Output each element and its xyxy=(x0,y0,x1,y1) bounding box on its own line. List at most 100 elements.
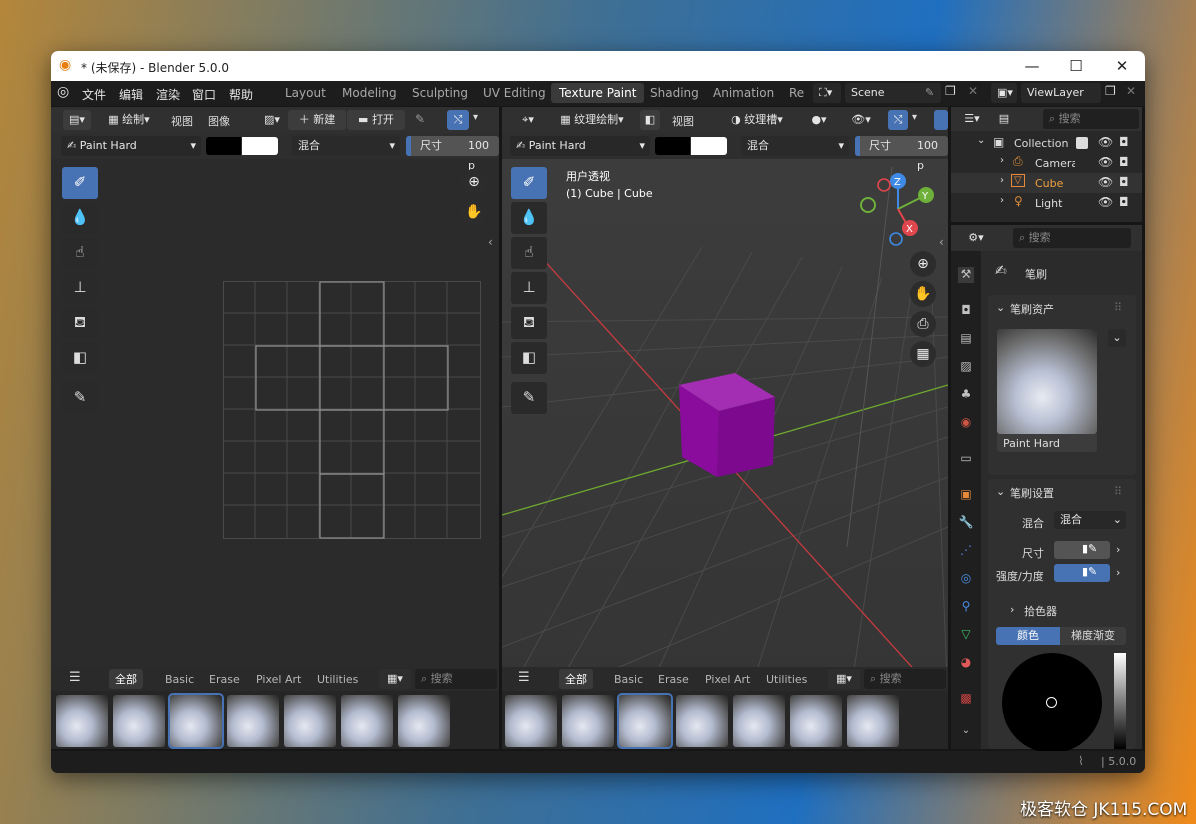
fill-tool-button[interactable]: ⛾ xyxy=(62,307,98,339)
soften-tool-button[interactable]: 💧 xyxy=(62,202,98,234)
menu-render[interactable]: 渲染 xyxy=(156,86,180,103)
display-mode-icon[interactable]: ▦▾ xyxy=(828,669,860,689)
brush-selector[interactable]: ✍ Paint Hard ▾ xyxy=(510,136,650,156)
draw-tool-button[interactable]: ✐ xyxy=(62,167,98,199)
constraints-tab-icon[interactable]: ⚲ xyxy=(958,599,974,615)
outliner-row-camera[interactable]: › ⎙ Camera 👁 ◘ xyxy=(951,153,1142,173)
outliner-search-input[interactable]: ⌕ 搜索 xyxy=(1043,109,1139,129)
chevron-down-icon[interactable]: ⌄ xyxy=(958,725,974,741)
new-viewlayer-icon[interactable]: ❐ xyxy=(1105,84,1116,98)
shelf-search-input[interactable]: ⌕ 搜索 xyxy=(415,669,497,689)
blend-mode-dropdown[interactable]: 混合 ▾ xyxy=(741,136,849,156)
brush-thumb[interactable] xyxy=(733,695,785,747)
pressure-icon[interactable]: ▮✎ xyxy=(1082,565,1097,578)
mask-tool-button[interactable]: ◧ xyxy=(511,342,547,374)
chevron-down-icon[interactable]: ▾ xyxy=(912,112,917,123)
brush-settings-panel-title[interactable]: 笔刷设置 xyxy=(1010,485,1054,501)
gradient-tab[interactable]: 梯度渐变 xyxy=(1060,627,1126,645)
camera-icon[interactable]: ◘ xyxy=(1119,135,1129,149)
chevron-right-icon[interactable]: › xyxy=(1116,543,1120,556)
brush-size-slider[interactable]: 尺寸 100 p xyxy=(406,136,499,172)
panel-chevron-icon[interactable]: ⌄ xyxy=(996,485,1005,498)
primary-color-swatch[interactable] xyxy=(655,137,690,155)
overlay-toggle-icon[interactable] xyxy=(934,110,948,130)
hamburger-icon[interactable]: ☰ xyxy=(518,670,530,685)
properties-search-input[interactable]: ⌕ 搜索 xyxy=(1013,228,1131,248)
shelf-tab-basic[interactable]: Basic xyxy=(165,673,194,686)
output-tab-icon[interactable]: ▤ xyxy=(958,331,974,347)
pressure-icon[interactable]: ▮✎ xyxy=(1082,542,1097,555)
brush-thumb[interactable] xyxy=(341,695,393,747)
sidebar-toggle-icon[interactable]: ‹ xyxy=(488,235,493,249)
pin-icon[interactable]: ✎ xyxy=(925,86,934,99)
outliner-row-collection[interactable]: ⌄ ▣ Collection 👁 ◘ xyxy=(951,133,1142,153)
color-tab[interactable]: 颜色 xyxy=(996,627,1060,645)
mask-tool-button[interactable]: ◧ xyxy=(62,342,98,374)
menu-image[interactable]: 图像 xyxy=(208,113,230,129)
shading-dropdown[interactable]: ●▾ xyxy=(804,110,834,130)
image-browse-button[interactable]: ▨▾ xyxy=(258,110,286,130)
uv-sync-icon[interactable]: ⤭ xyxy=(447,110,469,130)
close-button[interactable]: ✕ xyxy=(1099,51,1145,81)
object-tab-icon[interactable]: ▣ xyxy=(958,487,974,503)
shelf-tab-pixel-art[interactable]: Pixel Art xyxy=(705,673,750,686)
brush-thumb[interactable] xyxy=(847,695,899,747)
camera-view-icon[interactable]: ⎙ xyxy=(910,311,936,337)
texture-slots-dropdown[interactable]: ◑ 纹理槽▾ xyxy=(720,110,794,130)
minimize-button[interactable]: — xyxy=(1009,51,1055,81)
perspective-grid-icon[interactable]: ▦ xyxy=(910,341,936,367)
workspace-tab-uv-editing[interactable]: UV Editing xyxy=(483,86,546,100)
eye-icon[interactable]: 👁 xyxy=(1098,175,1113,189)
shelf-tab-pixel-art[interactable]: Pixel Art xyxy=(256,673,301,686)
chevron-right-icon[interactable]: › xyxy=(1116,566,1120,579)
secondary-color-swatch[interactable] xyxy=(242,137,278,155)
brush-thumb[interactable] xyxy=(505,695,557,747)
primary-color-swatch[interactable] xyxy=(206,137,241,155)
chevron-down-icon[interactable]: ⌄ xyxy=(977,135,985,146)
eye-icon[interactable]: 👁 xyxy=(1098,195,1113,209)
pan-hand-icon[interactable]: ✋ xyxy=(910,281,936,307)
brush-preview-thumbnail[interactable] xyxy=(997,329,1097,434)
brush-thumb-selected[interactable] xyxy=(168,693,224,749)
filter-icon[interactable]: ▤ xyxy=(991,109,1017,129)
drag-handle-icon[interactable]: ⠿ xyxy=(1114,301,1122,314)
blend-dropdown[interactable]: 混合 ⌄ xyxy=(1054,511,1126,529)
material-tab-icon[interactable]: ◕ xyxy=(958,655,974,671)
eye-icon[interactable]: 👁 xyxy=(1098,135,1113,149)
workspace-tab-animation[interactable]: Animation xyxy=(713,86,774,100)
color-picker-panel-title[interactable]: 拾色器 xyxy=(1024,603,1057,619)
outliner-row-light[interactable]: › ♀ Light 👁 ◘ xyxy=(951,193,1142,213)
shelf-tab-all[interactable]: 全部 xyxy=(109,669,143,689)
shelf-tab-utilities[interactable]: Utilities xyxy=(766,673,807,686)
scene-tab-icon[interactable]: ♣ xyxy=(958,387,974,403)
viewlayer-field[interactable]: ViewLayer xyxy=(1021,83,1101,103)
panel-chevron-icon[interactable]: › xyxy=(1010,603,1014,616)
hamburger-icon[interactable]: ☰ xyxy=(69,670,81,685)
shelf-tab-basic[interactable]: Basic xyxy=(614,673,643,686)
drag-handle-icon[interactable]: ⠿ xyxy=(1114,485,1122,498)
physics-tab-icon[interactable]: ◎ xyxy=(958,571,974,587)
shelf-tab-erase[interactable]: Erase xyxy=(658,673,689,686)
brush-thumb[interactable] xyxy=(398,695,450,747)
scene-selector-button[interactable]: ⛶▾ xyxy=(813,83,841,103)
brush-thumb[interactable] xyxy=(113,695,165,747)
brush-asset-panel-title[interactable]: 笔刷资产 xyxy=(1010,301,1054,317)
menu-help[interactable]: 帮助 xyxy=(229,86,253,103)
menu-view[interactable]: 视图 xyxy=(672,113,694,129)
menu-file[interactable]: 文件 xyxy=(82,86,106,103)
editor-type-button[interactable]: ▤▾ xyxy=(63,110,91,130)
workspace-tab-layout[interactable]: Layout xyxy=(285,86,326,100)
draw-tool-button[interactable]: ✐ xyxy=(511,167,547,199)
color-wheel-cursor[interactable] xyxy=(1046,697,1057,708)
delete-viewlayer-icon[interactable]: ✕ xyxy=(1126,84,1136,98)
data-tab-icon[interactable]: ▽ xyxy=(958,627,974,643)
size-slider[interactable]: ▮✎ xyxy=(1054,541,1110,559)
clone-tool-button[interactable]: ⊥ xyxy=(62,272,98,304)
value-slider[interactable] xyxy=(1114,653,1126,749)
strength-slider[interactable]: ▮✎ xyxy=(1054,564,1110,582)
color-wheel[interactable] xyxy=(1002,653,1102,753)
world-tab-icon[interactable]: ◉ xyxy=(958,415,974,431)
mask-icon[interactable]: ◧ xyxy=(640,110,660,130)
brush-thumb[interactable] xyxy=(56,695,108,747)
chevron-right-icon[interactable]: › xyxy=(1000,155,1004,166)
